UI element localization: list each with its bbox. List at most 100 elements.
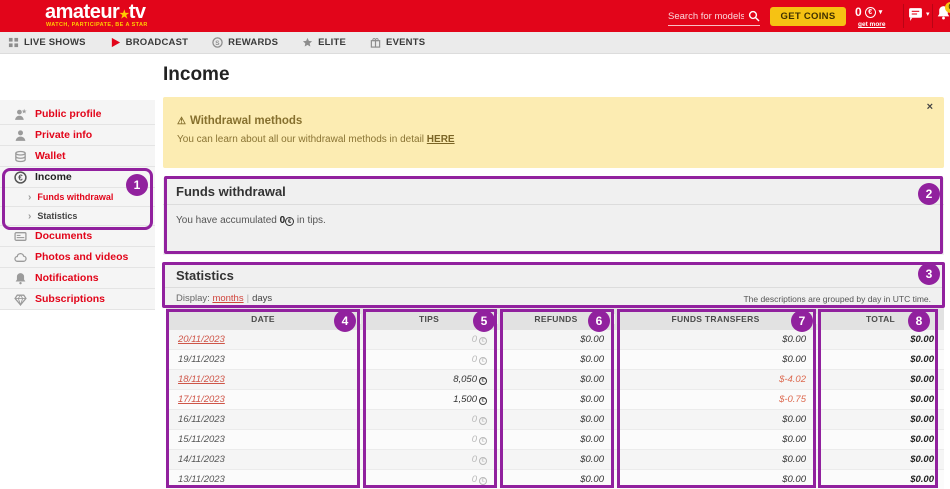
column-header-tips: TIPS [360, 314, 497, 324]
header-divider [903, 4, 904, 28]
settings-sidebar: › Public profile › Private info › Wallet… [0, 100, 155, 310]
total-cell: $0.00 [816, 374, 944, 385]
date-link[interactable]: 18/11/2023 [178, 374, 225, 385]
table-row: 17/11/2023 1,500€ $0.00 $-0.75 $0.00 [166, 390, 944, 410]
sidebar-item-income[interactable]: › Income [0, 167, 155, 188]
funds-withdrawal-title: Funds withdrawal [163, 178, 944, 205]
coins-balance-widget[interactable]: 0 € ▾ [855, 5, 899, 19]
page-title: Income [163, 64, 230, 86]
sidebar-item-label: Funds withdrawal [37, 192, 113, 202]
refunds-cell: $0.00 [497, 434, 614, 445]
chevron-down-icon: ▾ [879, 8, 883, 16]
notice-body: You can learn about all our withdrawal m… [177, 134, 930, 145]
table-row: 19/11/2023 0€ $0.00 $0.00 $0.00 [166, 350, 944, 370]
table-header-row: DATETIPSREFUNDSFUNDS TRANSFERSTOTAL [166, 308, 944, 330]
funds-transfers-cell: $0.00 [614, 454, 816, 465]
funds-transfers-cell: $0.00 [614, 334, 816, 345]
sidebar-item-icon [14, 150, 27, 163]
close-icon[interactable]: × [927, 101, 933, 113]
total-cell: $0.00 [816, 454, 944, 465]
statistics-panel: Statistics Display: months|days The desc… [163, 263, 944, 308]
sidebar-item-private-info[interactable]: › Private info [0, 125, 155, 146]
tips-cell: 0€ [360, 354, 497, 365]
table-body: 20/11/2023 0€ $0.00 $0.00 $0.00 19/11/20… [166, 330, 944, 489]
date-cell: 16/11/2023 [166, 414, 360, 425]
sidebar-item-label: Documents [35, 230, 92, 242]
chat-icon [908, 7, 923, 21]
date-cell: 18/11/2023 [166, 374, 360, 385]
sidebar-item-icon [14, 230, 27, 243]
sidebar-item-notifications[interactable]: › Notifications [0, 268, 155, 289]
nav-item-label: EVENTS [386, 37, 425, 48]
refunds-cell: $0.00 [497, 474, 614, 485]
date-cell: 19/11/2023 [166, 354, 360, 365]
refunds-cell: $0.00 [497, 414, 614, 425]
coin-icon: € [479, 357, 487, 365]
get-more-link[interactable]: get more [858, 21, 885, 28]
sidebar-item-photos-and-videos[interactable]: › Photos and videos [0, 247, 155, 268]
funds-transfers-cell: $0.00 [614, 474, 816, 485]
date-link[interactable]: 17/11/2023 [178, 394, 225, 405]
model-search [668, 6, 760, 26]
star-icon [302, 37, 313, 48]
brand-star-icon: ★ [119, 9, 128, 21]
utc-note: The descriptions are grouped by day in U… [743, 294, 931, 304]
funds-transfers-cell: $0.00 [614, 414, 816, 425]
sidebar-item-public-profile[interactable]: › Public profile [0, 104, 155, 125]
sidebar-item-wallet[interactable]: › Wallet [0, 146, 155, 167]
tips-cell: 0€ [360, 454, 497, 465]
sidebar-item-label: Statistics [37, 211, 77, 221]
refunds-cell: $0.00 [497, 334, 614, 345]
brand-tagline: WATCH, PARTICIPATE, BE A STAR [46, 22, 148, 28]
nav-item[interactable]: ELITE [302, 37, 346, 48]
refunds-cell: $0.00 [497, 394, 614, 405]
top-header: amateur★tv WATCH, PARTICIPATE, BE A STAR… [0, 0, 950, 32]
chevron-right-icon: › [28, 192, 31, 203]
notifications-icon [14, 272, 27, 285]
coin-icon: € [479, 377, 487, 385]
sidebar-item-funds-withdrawal[interactable]: › Funds withdrawal [0, 188, 155, 207]
display-days-link[interactable]: days [252, 293, 272, 304]
main-content: Income × ⚠Withdrawal methods You can lea… [163, 54, 944, 489]
coin-icon: € [865, 7, 876, 18]
tips-cell: 0€ [360, 334, 497, 345]
messages-menu[interactable]: ▾ [908, 7, 930, 21]
sidebar-item-icon [14, 293, 27, 306]
sidebar-item-documents[interactable]: › Documents [0, 226, 155, 247]
public-profile-icon [14, 108, 27, 121]
statistics-controls: Display: months|days The descriptions ar… [163, 288, 944, 304]
column-header-funds-transfers: FUNDS TRANSFERS [614, 314, 816, 324]
app-window: amateur★tv WATCH, PARTICIPATE, BE A STAR… [0, 0, 950, 489]
sidebar-item-label: Photos and videos [35, 251, 128, 263]
nav-item[interactable]: EVENTS [370, 37, 425, 48]
search-icon[interactable] [748, 9, 760, 27]
search-input[interactable] [668, 8, 744, 26]
get-coins-button[interactable]: GET COINS [770, 7, 846, 26]
tips-cell: 0€ [360, 434, 497, 445]
notifications-badge: 0 [945, 2, 950, 13]
notifications-menu[interactable]: 0 [936, 5, 950, 25]
coin-icon: € [479, 477, 487, 485]
brand-name-left: amateur [45, 1, 119, 23]
rewards-icon [212, 37, 223, 48]
here-link[interactable]: HERE [427, 134, 455, 145]
sidebar-item-statistics[interactable]: › Statistics [0, 207, 155, 226]
documents-icon [14, 230, 27, 243]
date-link[interactable]: 20/11/2023 [178, 334, 225, 345]
nav-item[interactable]: REWARDS [212, 37, 278, 48]
display-months-link[interactable]: months [212, 293, 243, 304]
table-row: 14/11/2023 0€ $0.00 $0.00 $0.00 [166, 450, 944, 470]
table-row: 15/11/2023 0€ $0.00 $0.00 $0.00 [166, 430, 944, 450]
grid-icon [8, 37, 19, 48]
nav-item[interactable]: BROADCAST [110, 37, 189, 48]
funds-withdrawal-panel: Funds withdrawal You have accumulated 0€… [163, 178, 944, 255]
chevron-right-icon: › [28, 211, 31, 222]
private-info-icon [14, 129, 27, 142]
statistics-title: Statistics [163, 263, 944, 288]
sidebar-item-subscriptions[interactable]: › Subscriptions [0, 289, 155, 310]
date-cell: 14/11/2023 [166, 454, 360, 465]
total-cell: $0.00 [816, 474, 944, 485]
total-cell: $0.00 [816, 354, 944, 365]
nav-item[interactable]: LIVE SHOWS [8, 37, 86, 48]
nav-item-label: ELITE [318, 37, 346, 48]
